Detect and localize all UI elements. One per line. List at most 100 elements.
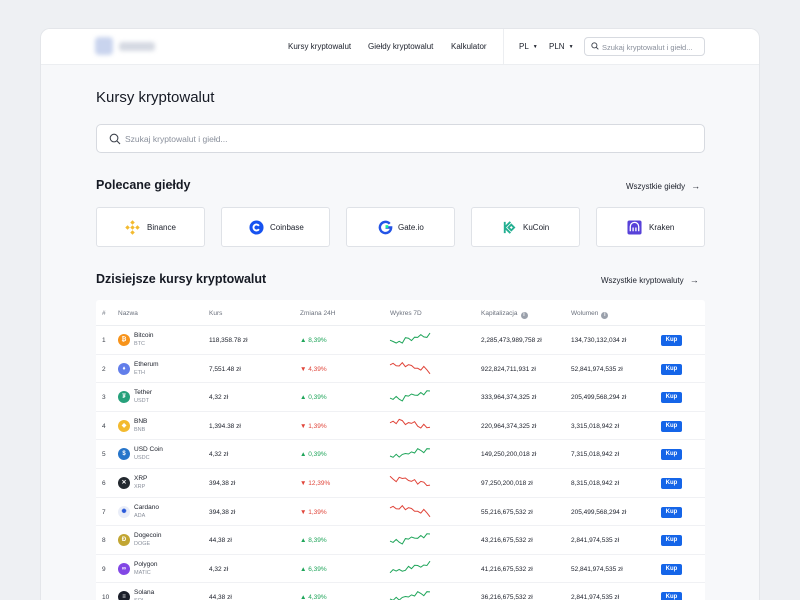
sparkline-7d [389, 475, 431, 487]
buy-button[interactable]: Kup [661, 392, 682, 404]
language-dropdown[interactable]: PL ▼ [519, 42, 538, 51]
row-number: 7 [102, 508, 106, 516]
sparkline-path [389, 504, 431, 517]
language-value: PL [519, 42, 529, 51]
coin-change-value: 12,39% [308, 480, 331, 487]
coin-name[interactable]: Tether [134, 389, 152, 396]
buy-button[interactable]: Kup [661, 592, 682, 600]
info-icon[interactable]: i [520, 312, 528, 319]
coin-name[interactable]: Solana [134, 589, 154, 596]
coin-name[interactable]: Cardano [134, 504, 159, 511]
triangle-up-icon: ▲ [300, 594, 307, 600]
row-number: 4 [102, 422, 106, 430]
col-cap[interactable]: Kapitalizacja i [481, 310, 528, 319]
coin-change-value: 1,39% [308, 422, 327, 430]
table-row[interactable]: 4 ◆ BNB BNB 1,394.38 zł ▼ 1,39% 220,964,374,32… [96, 412, 705, 441]
exchange-card-binance[interactable]: Binance [96, 207, 205, 247]
info-icon[interactable]: i [601, 312, 609, 319]
coin-cap: 2,285,473,989,758 zł [481, 337, 542, 344]
table-row[interactable]: 9 ∞ Polygon MATIC 4,32 zł ▲ 6,39% 41,216,675,5… [96, 555, 705, 584]
nav-divider [503, 29, 504, 65]
buy-button[interactable]: Kup [661, 563, 682, 575]
table-row[interactable]: 8 Ð Dogecoin DOGE 44,38 zł ▲ 8,39% 43,216,675,… [96, 526, 705, 555]
buy-button[interactable]: Kup [661, 420, 682, 432]
coin-name[interactable]: XRP [134, 475, 147, 482]
exchange-card-gateio[interactable]: Gate.io [346, 207, 455, 247]
sparkline-7d [389, 504, 431, 517]
sparkline-path [389, 418, 431, 429]
usd-coin-icon: $ [118, 448, 130, 461]
nav-search-input[interactable] [602, 40, 702, 54]
table-row[interactable]: 6 ✕ XRP XRP 394,38 zł ▼ 12,39% 97,250,200,018 … [96, 469, 705, 498]
page-title: Kursy kryptowalut [96, 89, 215, 106]
col-name[interactable]: Nazwa [118, 310, 138, 317]
col-change[interactable]: Zmiana 24H [300, 310, 335, 317]
coin-volume: 7,315,018,942 zł [571, 451, 620, 459]
coin-name[interactable]: USD Coin [134, 446, 163, 453]
crypto-rates-table: # Nazwa Kurs Zmiana 24H Wykres 7D Kapita… [96, 300, 705, 600]
coin-change: ▲ 8,39% [300, 337, 327, 344]
solana-icon: ≡ [118, 591, 130, 600]
all-exchanges-link[interactable]: Wszystkie giełdy → [626, 181, 700, 191]
sparkline-path [389, 448, 431, 459]
coin-name[interactable]: Dogecoin [134, 532, 161, 539]
buy-button[interactable]: Kup [661, 535, 682, 547]
kraken-icon [627, 220, 642, 235]
triangle-up-icon: ▲ [300, 337, 307, 344]
col-volume[interactable]: Wolumen i [571, 310, 609, 319]
ethereum-icon: ♦ [118, 362, 130, 375]
coin-cap: 41,216,675,532 zł [481, 565, 533, 573]
exchange-card-coinbase[interactable]: Coinbase [221, 207, 330, 247]
triangle-down-icon: ▼ [300, 508, 307, 516]
table-row[interactable]: 7 ✺ Cardano ADA 394,38 zł ▼ 1,39% 55,216,675,5… [96, 498, 705, 527]
arrow-right-icon: → [689, 275, 699, 285]
coin-volume: 134,730,132,034 zł [571, 337, 627, 344]
currency-dropdown[interactable]: PLN ▼ [549, 42, 574, 51]
top-navbar: Kursy kryptowalut Giełdy kryptowalut Kal… [41, 29, 759, 65]
cardano-icon: ✺ [118, 505, 130, 518]
coin-change-value: 8,39% [308, 337, 327, 344]
coin-cap: 97,250,200,018 zł [481, 480, 533, 487]
coin-price: 4,32 zł [209, 565, 229, 573]
coin-change: ▲ 6,39% [300, 566, 327, 573]
buy-button[interactable]: Kup [661, 363, 682, 375]
bnb-icon: ◆ [118, 419, 130, 432]
col-price[interactable]: Kurs [209, 310, 222, 317]
buy-button[interactable]: Kup [661, 506, 682, 518]
table-row[interactable]: 10≡SolanaSOL44,38 zł▲ 4,39%36,216,675,53… [96, 583, 705, 600]
row-number: 6 [102, 480, 106, 487]
currency-value: PLN [549, 42, 565, 51]
row-number: 8 [102, 537, 106, 545]
browser-window: Kursy kryptowalut Giełdy kryptowalut Kal… [40, 28, 760, 600]
table-row[interactable]: 2 ♦ Etherum ETH 7,551.48 zł ▼ 4,39% 922,824,71… [96, 355, 705, 384]
table-row[interactable]: 1 ₿ Bitcoin BTC 118,358.78 zł ▲ 8,39% 2,285,47… [96, 326, 705, 355]
main-search-input[interactable] [125, 131, 685, 147]
table-row[interactable]: 3 ₮ Tether USDT 4,32 zł ▲ 0,39% 333,964,374,32… [96, 383, 705, 412]
all-cryptos-link[interactable]: Wszystkie kryptowaluty → [601, 275, 699, 285]
binance-icon [125, 220, 140, 235]
buy-button[interactable]: Kup [661, 335, 682, 346]
col-volume-label: Wolumen [571, 310, 599, 317]
nav-link-exchanges[interactable]: Giełdy kryptowalut [368, 42, 433, 51]
coin-name[interactable]: BNB [134, 418, 147, 425]
exchange-card-kraken[interactable]: Kraken [596, 207, 705, 247]
coin-price: 394,38 zł [209, 508, 236, 516]
table-row[interactable]: 5 $ USD Coin USDC 4,32 zł ▲ 0,39% 149,250,200,… [96, 440, 705, 469]
coin-name[interactable]: Polygon [134, 561, 158, 568]
kucoin-icon [503, 221, 516, 234]
coin-name[interactable]: Etherum [134, 361, 159, 368]
coin-cap: 220,964,374,325 zł [481, 422, 537, 430]
nav-link-calculator[interactable]: Kalkulator [451, 42, 487, 51]
exchange-card-kucoin[interactable]: KuCoin [471, 207, 580, 247]
buy-button[interactable]: Kup [661, 478, 682, 489]
triangle-up-icon: ▲ [300, 451, 307, 459]
triangle-down-icon: ▼ [300, 480, 307, 487]
sparkline-7d [389, 390, 431, 402]
coin-symbol: BNB [134, 426, 146, 433]
coin-name[interactable]: Bitcoin [134, 332, 154, 339]
buy-button[interactable]: Kup [661, 449, 682, 461]
logo[interactable] [95, 36, 159, 58]
coin-symbol: BTC [134, 341, 145, 347]
nav-link-crypto-rates[interactable]: Kursy kryptowalut [288, 42, 351, 51]
coin-volume: 52,841,974,535 zł [571, 565, 623, 573]
